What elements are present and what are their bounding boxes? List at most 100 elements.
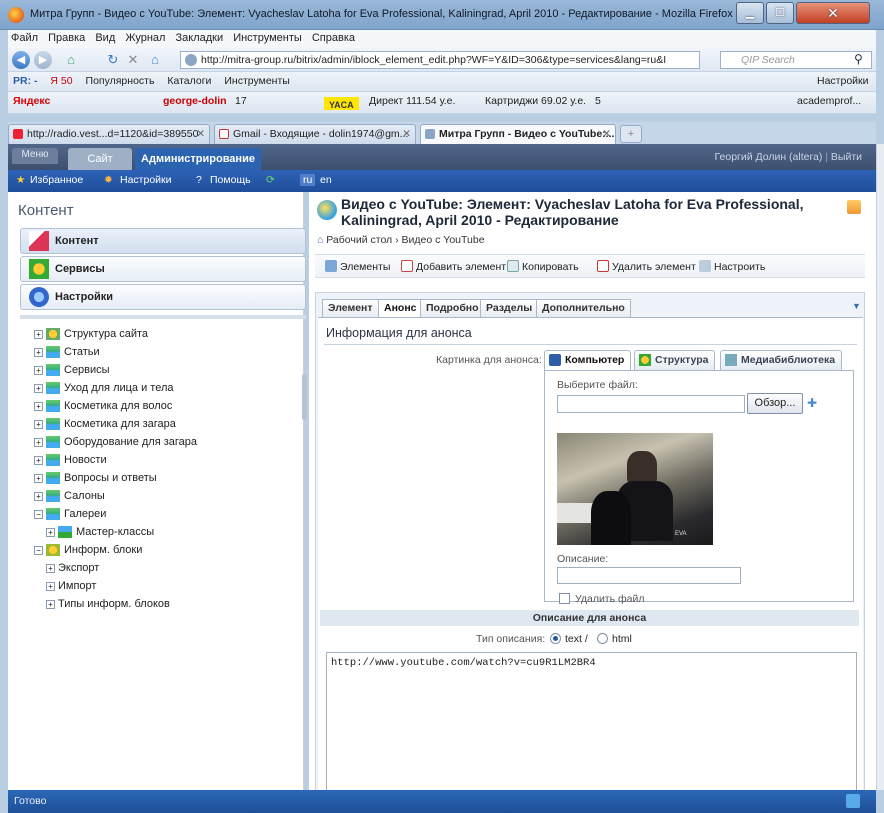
tree-item[interactable]: + Статьи bbox=[34, 346, 100, 364]
tree-item[interactable]: − Информ. блоки bbox=[34, 544, 142, 562]
tab-medialibrary[interactable]: Медиабиблиотека bbox=[720, 350, 843, 370]
ya-rank[interactable]: Я 50 bbox=[45, 72, 77, 87]
expand-icon[interactable]: + bbox=[34, 383, 43, 393]
expand-icon[interactable]: + bbox=[46, 563, 55, 573]
menu-tools[interactable]: Инструменты bbox=[230, 30, 306, 44]
update-icon[interactable]: ⟳ bbox=[266, 174, 275, 186]
minimize-button[interactable]: ▁ bbox=[736, 2, 764, 24]
expand-icon[interactable]: + bbox=[46, 527, 55, 537]
tab-mitra[interactable]: Митра Групп - Видео с YouTube:... ✕ bbox=[420, 124, 616, 144]
status-icon[interactable] bbox=[846, 794, 860, 808]
menu-file[interactable]: Файл bbox=[8, 30, 42, 44]
home-icon[interactable]: ⌂ bbox=[62, 51, 80, 69]
menu-content-button[interactable]: Контент bbox=[20, 228, 306, 254]
popularity-menu[interactable]: Популярность bbox=[81, 72, 160, 87]
admin-user-name[interactable]: Георгий Долин (altera) bbox=[715, 151, 823, 163]
expand-icon[interactable]: + bbox=[46, 599, 55, 609]
tools-menu[interactable]: Инструменты bbox=[219, 72, 294, 87]
expand-icon[interactable]: + bbox=[46, 581, 55, 591]
search-icon[interactable]: ⚲ bbox=[854, 52, 863, 66]
settings-menu[interactable]: Настройки bbox=[120, 174, 172, 186]
collapse-icon[interactable]: − bbox=[34, 545, 43, 555]
page-scrollbar[interactable] bbox=[876, 144, 884, 790]
search-input[interactable]: QIP Search bbox=[720, 51, 872, 69]
yaca-badge[interactable]: YACA bbox=[324, 97, 359, 110]
pr-badge[interactable]: PR: - bbox=[8, 72, 43, 87]
add-element-button[interactable]: Добавить элемент bbox=[401, 260, 506, 273]
lang-en[interactable]: en bbox=[320, 174, 332, 186]
logout-link[interactable]: Выйти bbox=[831, 151, 862, 163]
mail-count[interactable]: 17 bbox=[230, 92, 252, 107]
tab-details[interactable]: Подробно bbox=[420, 299, 485, 317]
copy-button[interactable]: Копировать bbox=[507, 260, 579, 273]
tab-gmail[interactable]: Gmail - Входящие - dolin1974@gm... ✕ bbox=[214, 124, 416, 144]
browse-button[interactable]: Обзор... bbox=[747, 393, 803, 414]
menu-view[interactable]: Вид bbox=[92, 30, 119, 44]
configure-button[interactable]: Настроить bbox=[699, 260, 765, 273]
file-path-input[interactable] bbox=[557, 395, 745, 413]
menu-bookmarks[interactable]: Закладки bbox=[173, 30, 228, 44]
count-badge[interactable]: 5 bbox=[590, 92, 606, 107]
academ-link[interactable]: academprof... bbox=[792, 92, 866, 107]
tab-element[interactable]: Элемент bbox=[322, 299, 379, 317]
expand-icon[interactable]: + bbox=[34, 419, 43, 429]
administration-tab[interactable]: Администрирование bbox=[135, 148, 261, 170]
tree-item[interactable]: + Структура сайта bbox=[34, 328, 148, 346]
tab-announce[interactable]: Анонс bbox=[378, 299, 423, 318]
home-page-icon[interactable]: ⌂ bbox=[146, 51, 164, 69]
site-tab[interactable]: Сайт bbox=[68, 148, 132, 170]
tab-additional[interactable]: Дополнительно bbox=[536, 299, 631, 317]
breadcrumb-home[interactable]: Рабочий стол bbox=[326, 234, 392, 246]
tree-item[interactable]: + Вопросы и ответы bbox=[34, 472, 157, 490]
close-tab-icon[interactable]: ✕ bbox=[402, 125, 411, 143]
expand-icon[interactable]: + bbox=[34, 347, 43, 357]
catalogs-menu[interactable]: Каталоги bbox=[162, 72, 216, 87]
close-tab-icon[interactable]: ✕ bbox=[196, 125, 205, 143]
tab-sections[interactable]: Разделы bbox=[480, 299, 539, 317]
favorite-add-icon[interactable] bbox=[847, 200, 861, 214]
menu-settings-button[interactable]: Настройки bbox=[20, 284, 306, 310]
tree-item[interactable]: + Оборудование для загара bbox=[34, 436, 197, 454]
tree-item[interactable]: + Уход для лица и тела bbox=[34, 382, 174, 400]
expand-icon[interactable]: + bbox=[34, 473, 43, 483]
menu-services-button[interactable]: Сервисы bbox=[20, 256, 306, 282]
yandex-logo[interactable]: Яндекс bbox=[8, 92, 55, 107]
favorites-menu[interactable]: Избранное bbox=[30, 174, 83, 186]
tree-item[interactable]: + Импорт bbox=[46, 580, 96, 598]
menu-help[interactable]: Справка bbox=[309, 30, 359, 44]
close-window-button[interactable]: ✕ bbox=[796, 2, 870, 24]
tree-item[interactable]: + Сервисы bbox=[34, 364, 110, 382]
expand-icon[interactable]: + bbox=[34, 401, 43, 411]
expand-icon[interactable]: + bbox=[34, 455, 43, 465]
expand-icon[interactable]: + bbox=[34, 437, 43, 447]
collapse-icon[interactable]: − bbox=[34, 509, 43, 519]
type-text-radio[interactable] bbox=[550, 633, 561, 644]
user-bar[interactable]: george-dolin bbox=[158, 92, 232, 107]
tree-item[interactable]: + Косметика для загара bbox=[34, 418, 176, 436]
image-description-input[interactable] bbox=[557, 567, 741, 584]
tree-item[interactable]: + Мастер-классы bbox=[46, 526, 154, 544]
announce-text-editor[interactable]: http://www.youtube.com/watch?v=cu9R1LM2B… bbox=[326, 652, 857, 792]
url-bar[interactable]: http://mitra-group.ru/bitrix/admin/ibloc… bbox=[180, 51, 700, 69]
menu-history[interactable]: Журнал bbox=[122, 30, 169, 44]
tab-radio[interactable]: http://radio.vest...d=1120&id=389550 ✕ bbox=[8, 124, 210, 144]
tab-structure[interactable]: Структура bbox=[634, 350, 716, 370]
close-tab-icon[interactable]: ✕ bbox=[602, 125, 611, 143]
help-menu[interactable]: Помощь bbox=[210, 174, 251, 186]
menu-edit[interactable]: Правка bbox=[45, 30, 89, 44]
new-tab-button[interactable]: + bbox=[620, 125, 642, 143]
toolbar-settings[interactable]: Настройки bbox=[812, 72, 874, 87]
admin-menu-tab[interactable]: Меню bbox=[12, 148, 58, 164]
type-html-radio[interactable] bbox=[597, 633, 608, 644]
tabs-dropdown-icon[interactable]: ▼ bbox=[852, 301, 861, 311]
tree-item[interactable]: + Типы информ. блоков bbox=[46, 598, 170, 616]
tree-item[interactable]: + Новости bbox=[34, 454, 107, 472]
direct-balance[interactable]: Директ 111.54 у.е. bbox=[364, 92, 460, 107]
stop-icon[interactable]: ✕ bbox=[124, 51, 142, 69]
tree-item[interactable]: + Салоны bbox=[34, 490, 105, 508]
back-icon[interactable]: ◀ bbox=[12, 51, 30, 69]
cartridges-balance[interactable]: Картриджи 69.02 у.е. bbox=[480, 92, 591, 107]
add-field-icon[interactable]: ✚ bbox=[807, 396, 821, 410]
tab-computer[interactable]: Компьютер bbox=[544, 350, 632, 370]
elements-button[interactable]: Элементы bbox=[325, 260, 390, 273]
